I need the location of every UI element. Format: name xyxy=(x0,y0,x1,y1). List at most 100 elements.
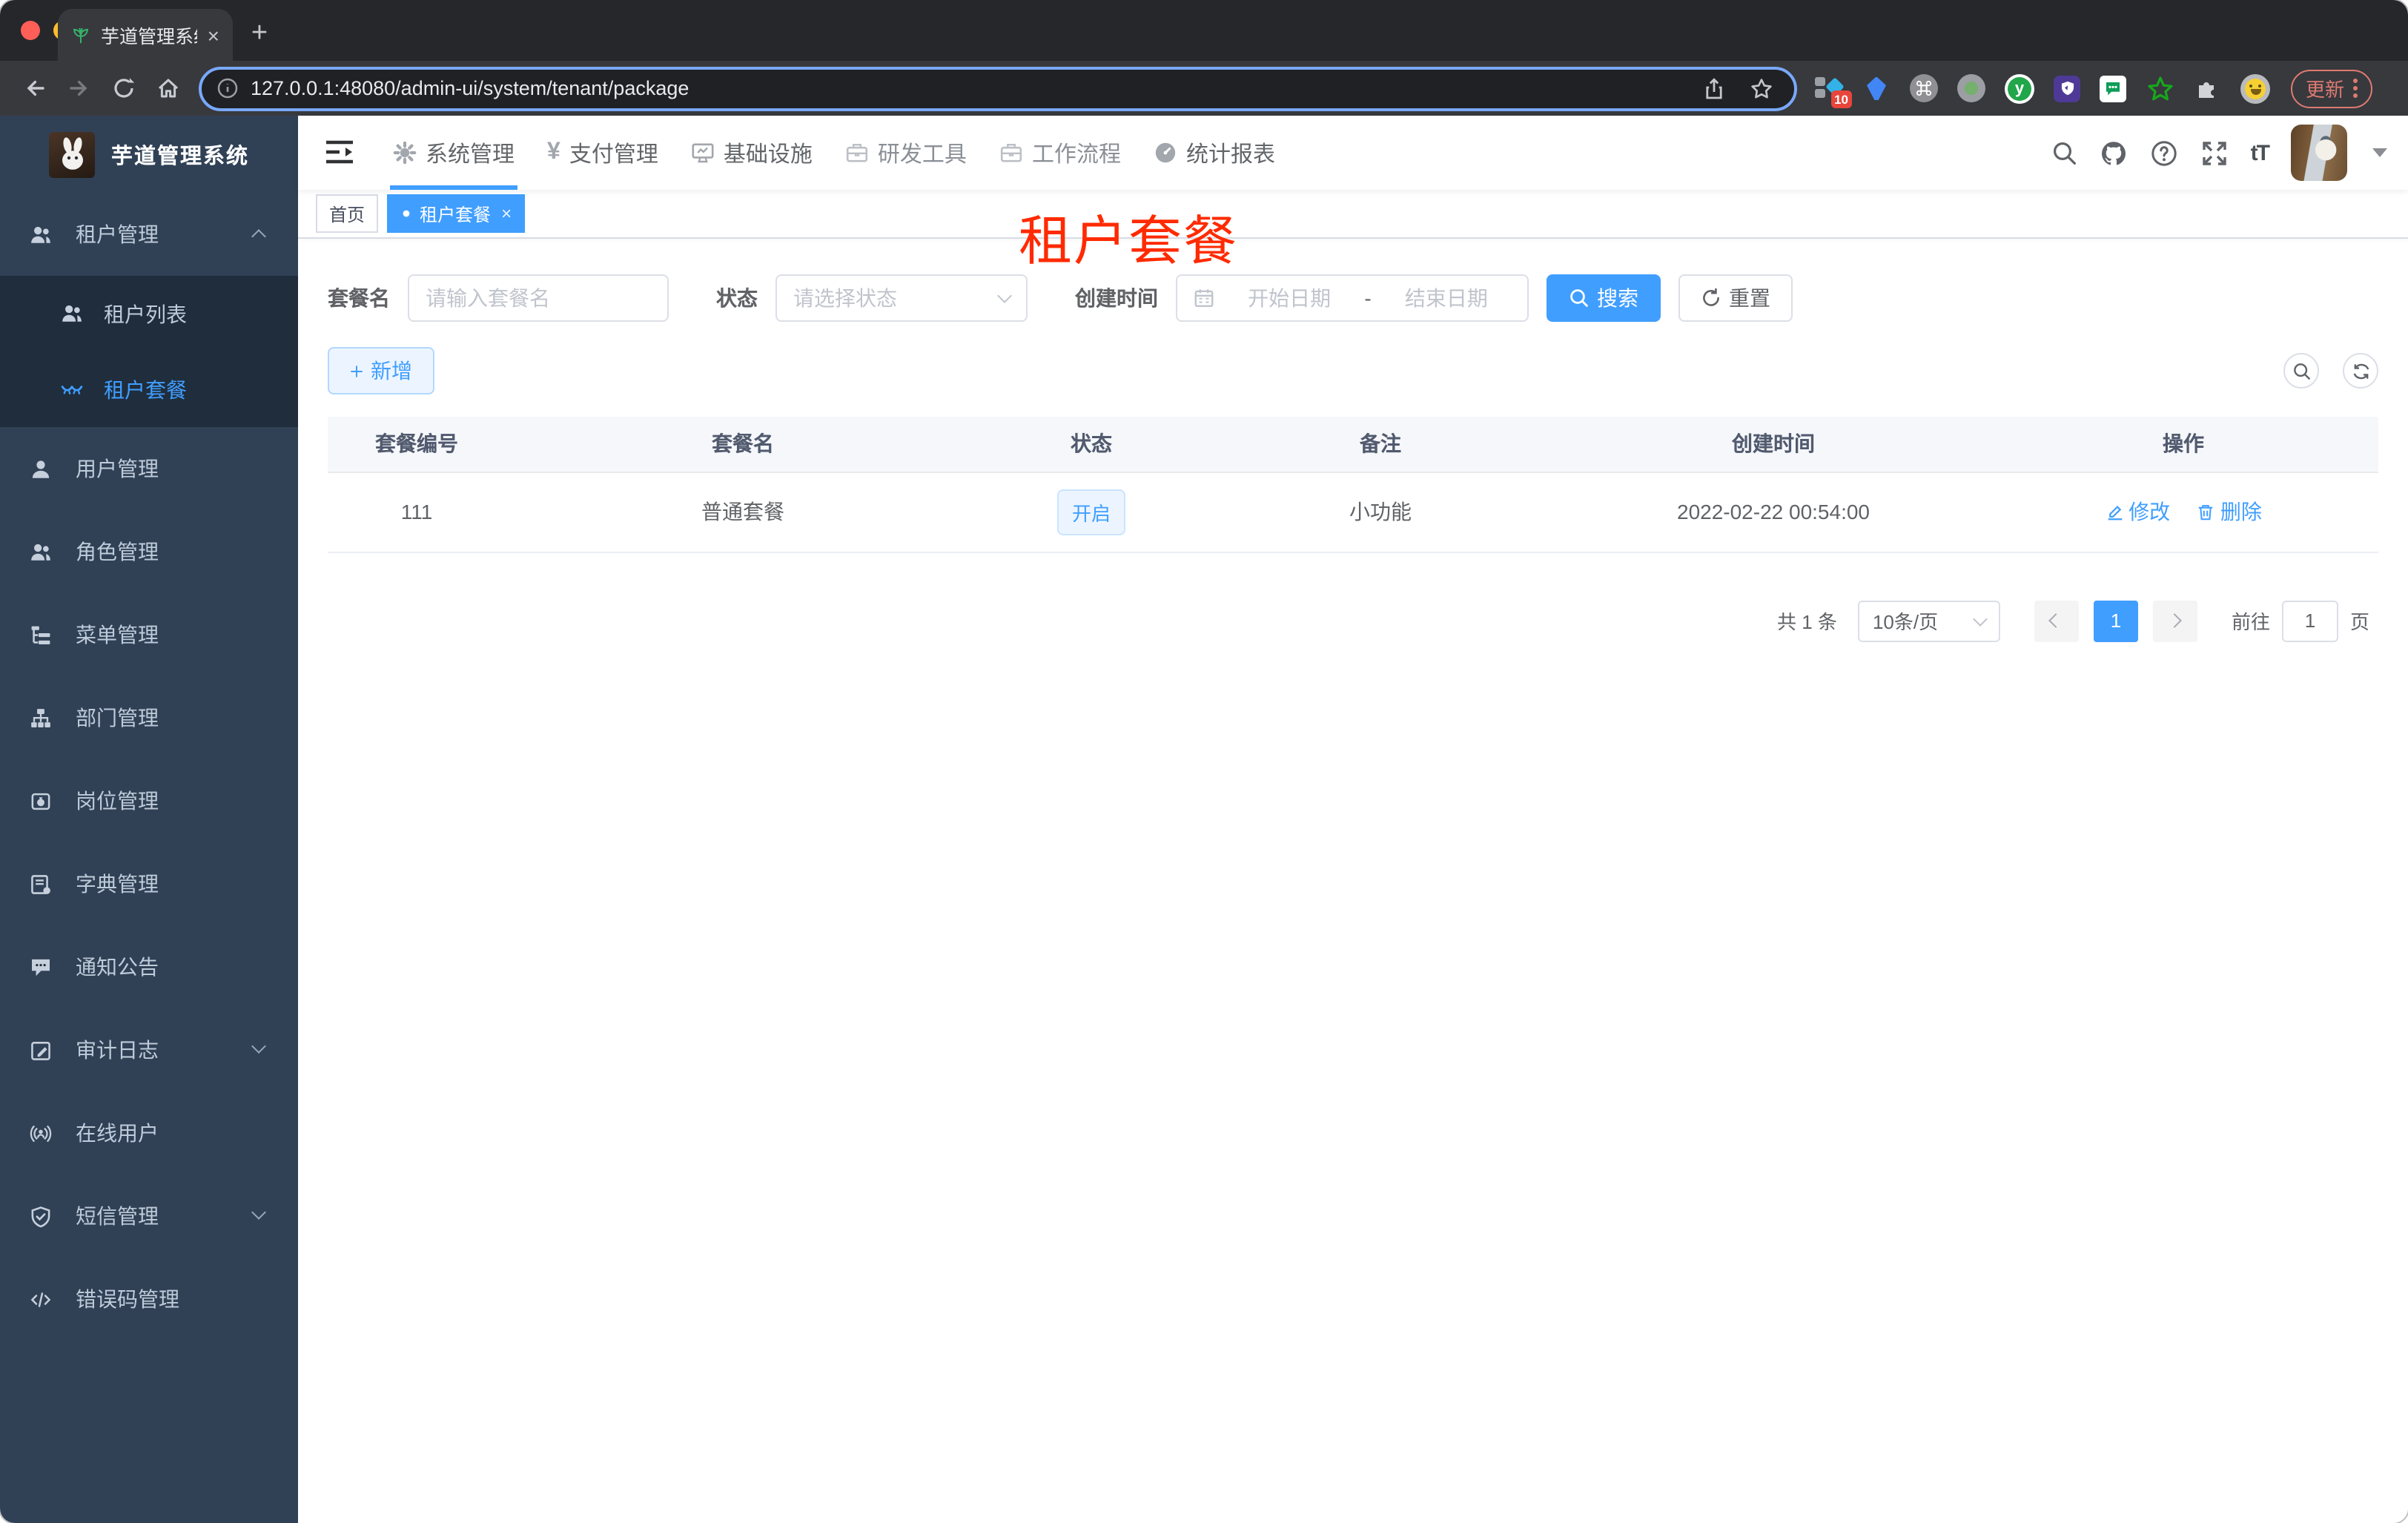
top-menu-dev-tools[interactable]: 研发工具 xyxy=(845,116,967,190)
goto-page-input[interactable] xyxy=(2281,600,2338,641)
goto-label: 前往 xyxy=(2231,611,2270,633)
tenant-users-icon xyxy=(30,223,52,245)
sidebar-item-label: 菜单管理 xyxy=(76,623,159,647)
top-menu-infrastructure[interactable]: 基础设施 xyxy=(691,116,813,190)
browser-tab[interactable]: 芋道管理系统 × xyxy=(58,9,233,61)
table-header-row: 套餐编号 套餐名 状态 备注 创建时间 操作 xyxy=(328,417,2378,472)
top-menu-reports[interactable]: 统计报表 xyxy=(1154,116,1275,190)
tab-title: 芋道管理系统 xyxy=(101,27,197,47)
edit-link[interactable]: 修改 xyxy=(2105,497,2170,526)
tag-label: 首页 xyxy=(329,204,366,225)
extension-shield-icon[interactable] xyxy=(2054,75,2080,102)
sidebar-item-tenant-list[interactable]: 租户列表 xyxy=(0,276,298,351)
url-text[interactable]: 127.0.0.1:48080/admin-ui/system/tenant/p… xyxy=(251,77,1684,99)
toggle-search-icon[interactable] xyxy=(2283,353,2319,389)
pagination: 共 1 条 10条/页 1 前往 页 xyxy=(328,600,2378,641)
back-icon[interactable] xyxy=(12,66,56,110)
sidebar-item-tenant-management[interactable]: 租户管理 xyxy=(0,193,298,276)
top-menu-workflow[interactable]: 工作流程 xyxy=(999,116,1121,190)
extension-green-dot-icon[interactable] xyxy=(1957,74,1985,102)
sidebar-item-online-users[interactable]: 在线用户 xyxy=(0,1091,298,1175)
status-select[interactable]: 请选择状态 xyxy=(775,274,1028,322)
start-date-input[interactable]: 开始日期 xyxy=(1225,283,1354,313)
sidebar-item-notice-management[interactable]: 通知公告 xyxy=(0,925,298,1008)
app-navbar: 系统管理 ¥ 支付管理 基础设施 研发工具 工作流程 统计报表 tT xyxy=(298,116,2408,190)
extension-emoji-icon[interactable] xyxy=(2240,73,2270,103)
end-date-input[interactable]: 结束日期 xyxy=(1382,283,1511,313)
package-name-input[interactable]: 请输入套餐名 xyxy=(408,274,669,322)
sidebar-item-label: 字典管理 xyxy=(76,872,159,896)
top-menu-payment[interactable]: ¥ 支付管理 xyxy=(547,116,658,190)
sidebar-collapse-icon[interactable] xyxy=(325,139,357,166)
reset-button[interactable]: 重置 xyxy=(1678,274,1793,322)
table-toolbar: 新增 xyxy=(328,347,2378,394)
gear-icon xyxy=(393,141,417,165)
reload-icon[interactable] xyxy=(101,66,145,110)
share-icon[interactable] xyxy=(1696,70,1732,106)
sidebar-item-post-management[interactable]: 岗位管理 xyxy=(0,759,298,842)
cell-remark: 小功能 xyxy=(1203,472,1558,552)
extension-chat-icon[interactable] xyxy=(2100,75,2126,102)
extensions-area: 10 y xyxy=(1815,73,2270,108)
prev-page-button[interactable] xyxy=(2034,600,2079,641)
tag-tenant-package[interactable]: 租户套餐 × xyxy=(387,194,526,233)
new-tab-button[interactable]: + xyxy=(240,15,279,53)
help-icon[interactable] xyxy=(2150,139,2178,167)
search-button[interactable]: 搜索 xyxy=(1547,274,1661,322)
sidebar-item-audit-log[interactable]: 审计日志 xyxy=(0,1008,298,1091)
code-icon xyxy=(30,1288,52,1310)
extension-command-icon[interactable] xyxy=(1910,74,1938,102)
top-menu-system[interactable]: 系统管理 xyxy=(389,116,518,190)
page-size-select[interactable]: 10条/页 xyxy=(1857,600,2000,641)
close-window-button[interactable] xyxy=(21,21,40,40)
sidebar-item-sms-management[interactable]: 短信管理 xyxy=(0,1175,298,1258)
browser-menu-dots-icon[interactable] xyxy=(2353,79,2358,98)
github-icon[interactable] xyxy=(2100,139,2128,167)
extension-y-icon[interactable]: y xyxy=(2005,73,2034,103)
font-size-icon[interactable]: tT xyxy=(2251,140,2270,165)
sidebar-item-dict-management[interactable]: 字典管理 xyxy=(0,842,298,925)
fullscreen-icon[interactable] xyxy=(2200,139,2229,167)
extensions-puzzle-icon[interactable] xyxy=(2193,74,2221,102)
sidebar-item-tenant-package[interactable]: 租户套餐 xyxy=(0,351,298,427)
url-bar[interactable]: 127.0.0.1:48080/admin-ui/system/tenant/p… xyxy=(199,66,1797,110)
input-placeholder: 请输入套餐名 xyxy=(426,286,550,310)
next-page-button[interactable] xyxy=(2152,600,2197,641)
sidebar-item-user-management[interactable]: 用户管理 xyxy=(0,427,298,510)
page-number-button[interactable]: 1 xyxy=(2093,600,2138,641)
forward-icon[interactable] xyxy=(56,66,101,110)
extension-kite-icon[interactable] xyxy=(1862,74,1891,102)
shield-check-icon xyxy=(30,1205,52,1227)
sidebar-item-role-management[interactable]: 角色管理 xyxy=(0,510,298,593)
home-icon[interactable] xyxy=(145,66,190,110)
add-button[interactable]: 新增 xyxy=(328,347,434,394)
browser-update-button[interactable]: 更新 xyxy=(2291,69,2373,108)
column-header: 套餐名 xyxy=(506,417,980,472)
browser-window: 芋道管理系统 × + 127.0.0.1:48080/admin-ui/syst… xyxy=(0,0,2408,1523)
avatar-caret-down-icon[interactable] xyxy=(2372,148,2387,157)
search-icon[interactable] xyxy=(2051,139,2077,166)
site-info-icon[interactable] xyxy=(216,77,239,99)
avatar[interactable] xyxy=(2291,125,2347,181)
date-range-picker[interactable]: 开始日期 - 结束日期 xyxy=(1176,274,1529,322)
tab-close-icon[interactable]: × xyxy=(208,24,219,45)
tag-home[interactable]: 首页 xyxy=(316,194,379,233)
top-menu-label: 研发工具 xyxy=(877,142,967,167)
sidebar-item-menu-management[interactable]: 菜单管理 xyxy=(0,593,298,676)
filter-form: 套餐名 请输入套餐名 状态 请选择状态 创建时间 开始日期 - 结束日期 搜索 … xyxy=(328,274,2378,322)
refresh-icon[interactable] xyxy=(2343,353,2378,389)
sidebar-item-department-management[interactable]: 部门管理 xyxy=(0,676,298,759)
column-header: 套餐编号 xyxy=(328,417,506,472)
sidebar-item-label: 在线用户 xyxy=(76,1121,159,1145)
delete-link[interactable]: 删除 xyxy=(2197,497,2262,526)
sidebar-item-error-code-management[interactable]: 错误码管理 xyxy=(0,1258,298,1341)
column-header: 创建时间 xyxy=(1558,417,1988,472)
user-icon xyxy=(30,457,52,480)
extension-star-icon[interactable] xyxy=(2146,74,2174,102)
sidebar-logo[interactable]: 芋道管理系统 xyxy=(0,116,298,193)
delete-label: 删除 xyxy=(2220,500,2262,523)
extension-grid-icon[interactable]: 10 xyxy=(1815,74,1852,108)
tag-close-icon[interactable]: × xyxy=(501,203,512,224)
bookmark-star-icon[interactable] xyxy=(1744,70,1779,106)
top-menu-label: 工作流程 xyxy=(1031,142,1121,167)
